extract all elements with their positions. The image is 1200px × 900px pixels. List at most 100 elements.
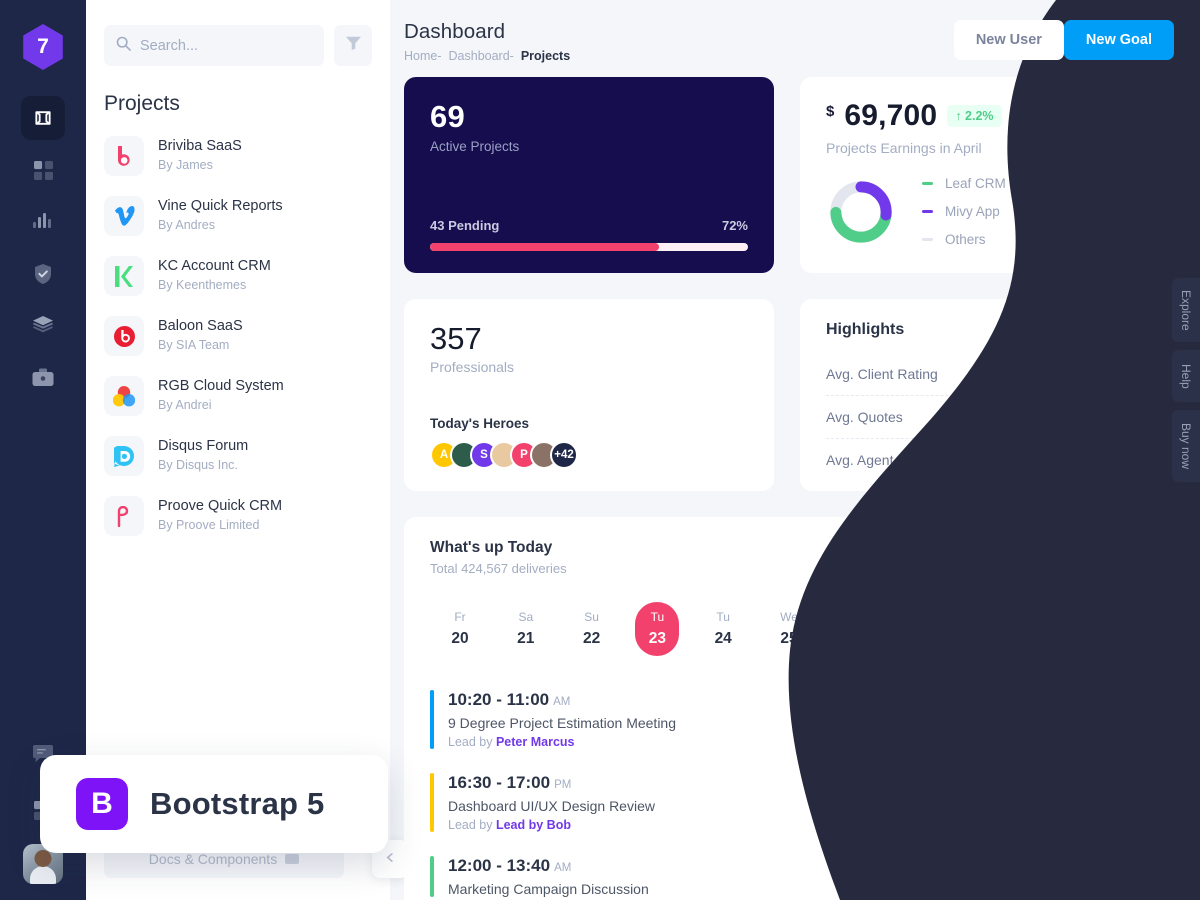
event-name: Dashboard UI/UX Design Review xyxy=(448,798,655,814)
new-user-button[interactable]: New User xyxy=(953,20,1064,60)
arrow-up-icon: ↑ xyxy=(955,109,962,123)
highlight-label: Avg. Quotes xyxy=(826,409,903,425)
search-placeholder: Search... xyxy=(140,37,199,54)
bootstrap-badge: B Bootstrap 5 xyxy=(40,755,388,853)
legend-value: $7,660 xyxy=(1106,176,1148,191)
view-button[interactable]: View xyxy=(1078,859,1148,894)
breadcrumb: Home- Dashboard- Projects xyxy=(404,49,570,63)
date-dow: Th xyxy=(847,610,862,624)
main-content: Dashboard Home- Dashboard- Projects New … xyxy=(390,0,1200,900)
list-item[interactable]: RGB Cloud System By Andrei xyxy=(104,366,372,426)
date-dow: We xyxy=(780,610,798,624)
project-logo xyxy=(104,256,144,296)
list-item[interactable]: Briviba SaaS By James xyxy=(104,126,372,186)
event-lead-name[interactable]: Lead by Bob xyxy=(496,818,571,832)
view-button[interactable]: View xyxy=(1078,785,1148,820)
date-dow: Su xyxy=(1044,610,1060,624)
date-num: 24 xyxy=(714,630,732,647)
rail-item-security[interactable] xyxy=(21,252,65,296)
breadcrumb-item[interactable]: Dashboard- xyxy=(449,49,514,63)
arrow-down-left-icon: ↙ xyxy=(1101,409,1114,425)
list-item[interactable]: Disqus Forum By Disqus Inc. xyxy=(104,426,372,486)
list-item: 10:20 - 11:00 AM 9 Degree Project Estimat… xyxy=(430,680,1148,763)
event-color-bar xyxy=(430,856,434,897)
list-item[interactable]: Baloon SaaS By SIA Team xyxy=(104,306,372,366)
date-cell[interactable]: Su 29 xyxy=(1030,602,1074,656)
date-cell-selected[interactable]: Tu 23 xyxy=(635,602,680,656)
professionals-card: 357 Professionals Today's Heroes A S P +… xyxy=(404,299,774,491)
filter-button[interactable] xyxy=(334,25,372,66)
date-dow: Sa xyxy=(518,610,534,624)
event-lead-name[interactable]: Peter Marcus xyxy=(496,735,575,749)
event-time: 12:00 - 13:40 AM xyxy=(448,856,649,876)
cube-icon xyxy=(33,108,53,128)
currency-symbol: $ xyxy=(826,103,835,120)
event-lead: Lead by Peter Marcus xyxy=(448,735,676,749)
list-item: 16:30 - 17:00 PM Dashboard UI/UX Design R… xyxy=(430,763,1148,846)
avatar-initial: P xyxy=(520,449,528,461)
active-projects-progress: 43 Pending 72% xyxy=(430,218,748,251)
avatar-overflow[interactable]: +42 xyxy=(550,441,578,469)
professionals-label: Professionals xyxy=(430,359,515,375)
event-lead-prefix: Lead by xyxy=(448,818,496,832)
date-num: 20 xyxy=(451,630,469,647)
earnings-amount: 69,700 xyxy=(844,99,938,132)
app-logo[interactable]: 7 xyxy=(23,24,63,70)
edge-tab-help[interactable]: Help xyxy=(1172,350,1200,402)
legend-swatch xyxy=(922,238,933,241)
professionals-count: 357 xyxy=(430,321,482,356)
table-row: Avg. Client Rating ↗ 7.8/10 xyxy=(826,353,1148,395)
date-num: 22 xyxy=(582,630,601,647)
page-header: Dashboard Home- Dashboard- Projects New … xyxy=(390,0,1200,63)
list-item[interactable]: Proove Quick CRM By Proove Limited xyxy=(104,486,372,546)
edge-tab-buy-now[interactable]: Buy now xyxy=(1172,410,1200,482)
search-row: Search... xyxy=(86,0,390,66)
date-dow: Tu xyxy=(650,610,665,624)
legend-value: $45,257 xyxy=(1099,232,1148,247)
date-dow: Tu xyxy=(716,610,730,624)
date-cell[interactable]: Sa 21 xyxy=(504,602,548,656)
event-ampm: AM xyxy=(553,696,571,708)
date-cell[interactable]: Tu 24 xyxy=(701,602,745,656)
list-item[interactable]: KC Account CRM By Keenthemes xyxy=(104,246,372,306)
date-cell[interactable]: Fri 27 xyxy=(899,602,943,656)
project-author: By Disqus Inc. xyxy=(158,458,238,473)
active-projects-count: 69 xyxy=(430,99,466,134)
new-goal-button[interactable]: New Goal xyxy=(1063,20,1174,60)
date-cell[interactable]: Fr 20 xyxy=(438,602,482,656)
rail-item-layers[interactable] xyxy=(21,304,65,348)
project-author: By Andrei xyxy=(158,398,212,413)
pending-label: 43 Pending xyxy=(430,218,500,233)
breadcrumb-item[interactable]: Home- xyxy=(404,49,442,63)
docs-label: Docs & Components xyxy=(148,851,278,867)
report-center-button[interactable]: Report Cecnter xyxy=(1024,539,1148,574)
avatar-overflow-count: +42 xyxy=(554,449,574,461)
rail-item-grid[interactable] xyxy=(21,148,65,192)
keyboard-icon xyxy=(285,851,300,867)
date-num: 28 xyxy=(977,630,995,647)
rail-item-analytics[interactable] xyxy=(21,200,65,244)
rail-item-cube[interactable] xyxy=(21,96,65,140)
list-item[interactable]: Vine Quick Reports By Andres xyxy=(104,186,372,246)
date-cell[interactable]: We 25 xyxy=(767,602,811,656)
rail-item-briefcase[interactable] xyxy=(21,356,65,400)
edge-tab-explore[interactable]: Explore xyxy=(1172,278,1200,342)
date-cell[interactable]: Mo 30 xyxy=(1096,602,1140,656)
project-name: Vine Quick Reports xyxy=(158,197,283,214)
date-cell[interactable]: Th 26 xyxy=(833,602,877,656)
projects-title: Projects xyxy=(104,92,180,115)
legend-label: Leaf CRM xyxy=(945,176,1006,191)
date-cell[interactable]: Su 22 xyxy=(570,602,614,656)
header-actions: New User New Goal xyxy=(953,20,1174,60)
event-name: Marketing Campaign Discussion xyxy=(448,881,649,897)
view-button[interactable]: View xyxy=(1078,702,1148,737)
heroes-label: Today's Heroes xyxy=(430,416,529,431)
whats-up-today-card: What's up Today Total 424,567 deliveries… xyxy=(404,517,1174,900)
search-input[interactable]: Search... xyxy=(104,25,324,66)
date-cell[interactable]: Sa 28 xyxy=(964,602,1008,656)
briefcase-icon xyxy=(32,368,54,388)
rail-nav xyxy=(0,96,86,400)
bootstrap-mark-letter: B xyxy=(91,787,113,820)
project-logo xyxy=(104,496,144,536)
highlight-value: $2,309 xyxy=(1103,452,1148,468)
